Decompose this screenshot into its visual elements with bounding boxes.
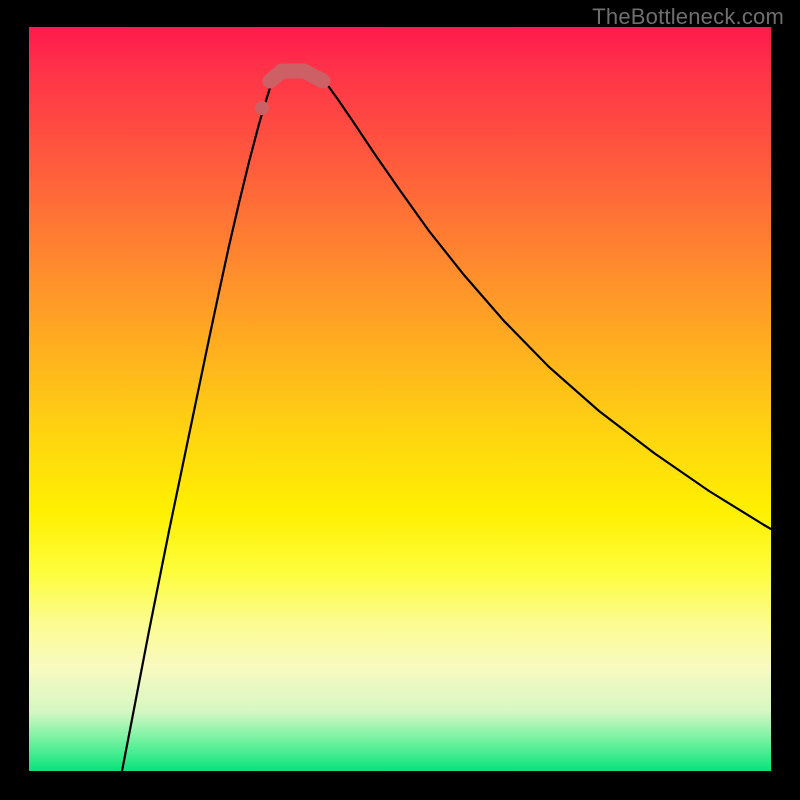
highlight-valley-segment <box>270 71 323 81</box>
curve-left-branch <box>122 81 272 771</box>
highlight-dot <box>255 101 269 115</box>
watermark-text: TheBottleneck.com <box>592 4 784 30</box>
curve-right-branch <box>324 81 771 529</box>
gradient-plot-area <box>29 27 771 771</box>
curve-overlay <box>29 27 771 771</box>
